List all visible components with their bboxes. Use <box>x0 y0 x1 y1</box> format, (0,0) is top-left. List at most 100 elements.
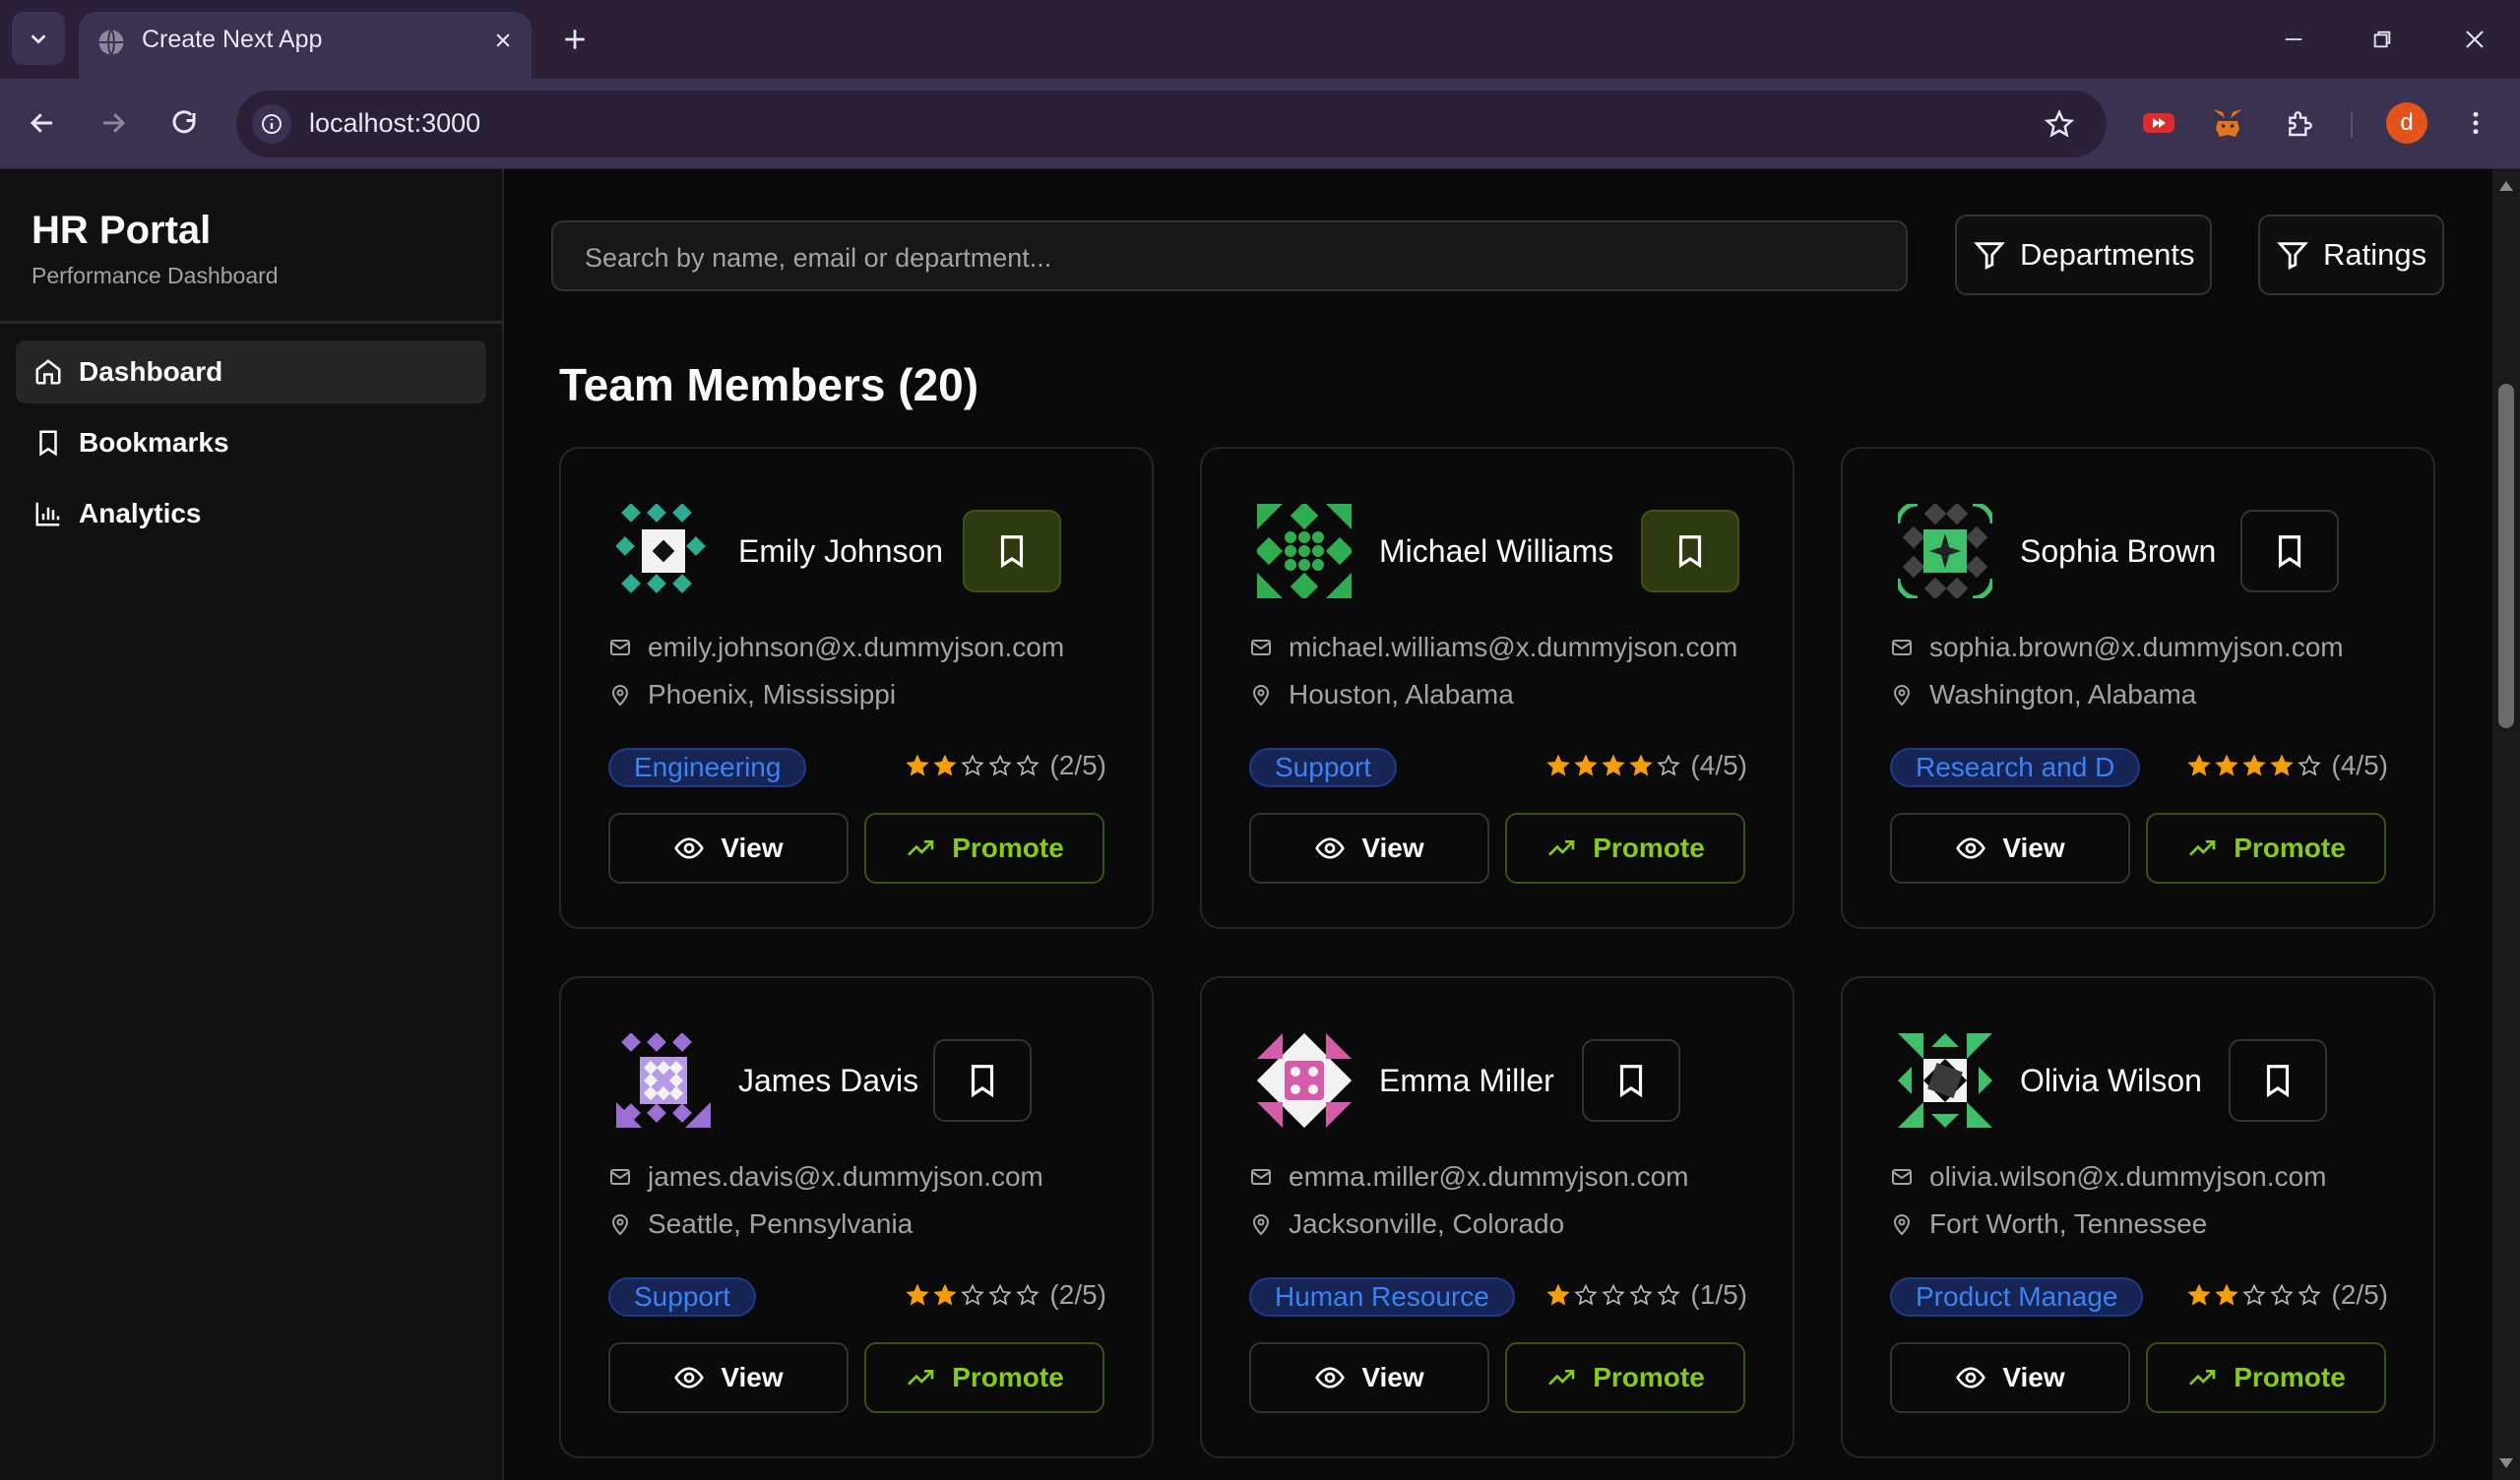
star-empty-icon <box>988 1283 1013 1306</box>
promote-button[interactable]: Promote <box>864 1342 1104 1413</box>
scroll-down-arrow[interactable] <box>2499 1458 2513 1468</box>
extension-youtube[interactable] <box>2136 100 2181 146</box>
employee-card: Emily Johnson emily.johnson@x.dummyjson.… <box>559 447 1154 929</box>
department-badge: Support <box>1249 748 1398 787</box>
promote-button[interactable]: Promote <box>2146 1342 2386 1413</box>
star-filled-icon <box>1546 1283 1571 1306</box>
chevron-down-icon <box>31 34 46 44</box>
restore-button[interactable] <box>2362 20 2402 59</box>
bookmark-toggle-button[interactable] <box>1582 1039 1680 1122</box>
bookmark-icon <box>971 1065 994 1098</box>
search-placeholder: Search by name, email or department... <box>585 243 1052 273</box>
bookmark-toggle-button[interactable] <box>2240 510 2339 592</box>
site-info-button[interactable] <box>252 104 291 144</box>
bookmark-icon <box>39 430 57 457</box>
scrollbar-thumb[interactable] <box>2498 384 2514 728</box>
new-tab-button[interactable] <box>557 22 593 57</box>
promote-button[interactable]: Promote <box>2146 813 2386 884</box>
star-empty-icon <box>2242 1283 2267 1306</box>
browser-tab[interactable]: Create Next App <box>79 12 532 79</box>
promote-button[interactable]: Promote <box>1505 1342 1745 1413</box>
performance-rating: (4/5) <box>1543 750 1747 781</box>
search-input[interactable]: Search by name, email or department... <box>551 220 1908 291</box>
page-scrollbar[interactable] <box>2492 169 2520 1480</box>
star-empty-icon <box>2298 754 2322 776</box>
plus-icon <box>565 30 585 49</box>
employee-email: michael.williams@x.dummyjson.com <box>1289 632 1738 662</box>
extensions-button[interactable] <box>2278 100 2323 146</box>
employee-location: Washington, Alabama <box>1929 679 2197 709</box>
bookmark-toggle-button[interactable] <box>933 1039 1032 1122</box>
view-button-label: View <box>721 832 784 863</box>
promote-button[interactable]: Promote <box>864 813 1104 884</box>
view-button[interactable]: View <box>608 1342 849 1413</box>
view-button[interactable]: View <box>1249 813 1489 884</box>
department-badge: Research and D <box>1890 748 2141 787</box>
employee-card: Michael Williams michael.williams@x.dumm… <box>1200 447 1795 929</box>
employee-name: Olivia Wilson <box>2020 1063 2202 1098</box>
rating-text: (2/5) <box>1049 1279 1106 1310</box>
promote-button-label: Promote <box>1593 832 1705 863</box>
promote-button[interactable]: Promote <box>1505 813 1745 884</box>
view-button[interactable]: View <box>1890 813 2130 884</box>
star-empty-icon <box>1657 754 1681 776</box>
forward-button[interactable] <box>91 100 136 146</box>
view-button[interactable]: View <box>608 813 849 884</box>
departments-filter-label: Departments <box>2020 237 2195 272</box>
sidebar-item-dashboard[interactable]: Dashboard <box>16 340 486 403</box>
team-members-heading: Team Members (20) <box>559 359 979 410</box>
star-filled-icon <box>2215 1283 2239 1306</box>
app-subtitle: Performance Dashboard <box>32 263 279 288</box>
back-button[interactable] <box>20 100 65 146</box>
extension-metamask[interactable] <box>2205 100 2250 146</box>
map-pin-icon <box>1252 685 1270 707</box>
star-empty-icon <box>1657 1283 1681 1306</box>
view-button[interactable]: View <box>1890 1342 2130 1413</box>
map-pin-icon <box>1893 1214 1911 1236</box>
address-bar[interactable]: localhost:3000 <box>236 91 2107 157</box>
youtube-extension-icon <box>2143 113 2174 133</box>
promote-button-label: Promote <box>952 832 1064 863</box>
bookmark-toggle-button[interactable] <box>2229 1039 2327 1122</box>
trending-up-icon <box>1548 1370 1575 1386</box>
departments-filter-button[interactable]: Departments <box>1955 215 2213 295</box>
sidebar-item-bookmarks[interactable]: Bookmarks <box>16 411 486 474</box>
profile-avatar[interactable]: d <box>2386 102 2427 144</box>
employee-location: Jacksonville, Colorado <box>1289 1208 1565 1239</box>
sidebar-item-analytics[interactable]: Analytics <box>16 482 486 545</box>
window-close-button[interactable] <box>2455 20 2494 59</box>
star-filled-icon <box>1546 754 1571 776</box>
star-filled-icon <box>2187 754 2212 776</box>
view-button-label: View <box>721 1362 784 1392</box>
employee-email: james.davis@x.dummyjson.com <box>648 1161 1043 1192</box>
mail-icon <box>610 1169 630 1185</box>
tab-search-button[interactable] <box>12 12 65 65</box>
map-pin-icon <box>1252 1214 1270 1236</box>
employee-email-row: emma.miller@x.dummyjson.com <box>1249 1161 1689 1193</box>
bookmark-toggle-button[interactable] <box>963 510 1061 592</box>
employee-email-row: emily.johnson@x.dummyjson.com <box>608 632 1064 663</box>
star-filled-icon <box>1574 754 1599 776</box>
bar-chart-icon <box>35 502 60 526</box>
browser-menu-button[interactable] <box>2453 100 2498 146</box>
department-badge: Product Manage <box>1890 1277 2144 1317</box>
star-empty-icon <box>2298 1283 2322 1306</box>
reload-icon <box>172 110 196 134</box>
bookmark-toggle-button[interactable] <box>1641 510 1739 592</box>
employee-location-row: Seattle, Pennsylvania <box>608 1208 913 1240</box>
sidebar-item-label: Bookmarks <box>79 427 229 458</box>
employee-avatar <box>616 504 706 593</box>
employee-location-row: Washington, Alabama <box>1890 679 2196 710</box>
department-badge: Support <box>608 1277 757 1317</box>
bookmark-star-button[interactable] <box>2042 106 2077 142</box>
mail-icon <box>1892 640 1912 655</box>
browser-tab-strip: Create Next App <box>0 0 2520 79</box>
tab-close-button[interactable] <box>488 26 518 55</box>
star-empty-icon <box>1629 1283 1654 1306</box>
ratings-filter-button[interactable]: Ratings <box>2258 215 2445 295</box>
scroll-up-arrow[interactable] <box>2499 181 2513 191</box>
star-filled-icon <box>2187 1283 2212 1306</box>
view-button[interactable]: View <box>1249 1342 1489 1413</box>
minimize-button[interactable] <box>2274 20 2313 59</box>
reload-button[interactable] <box>161 100 207 146</box>
